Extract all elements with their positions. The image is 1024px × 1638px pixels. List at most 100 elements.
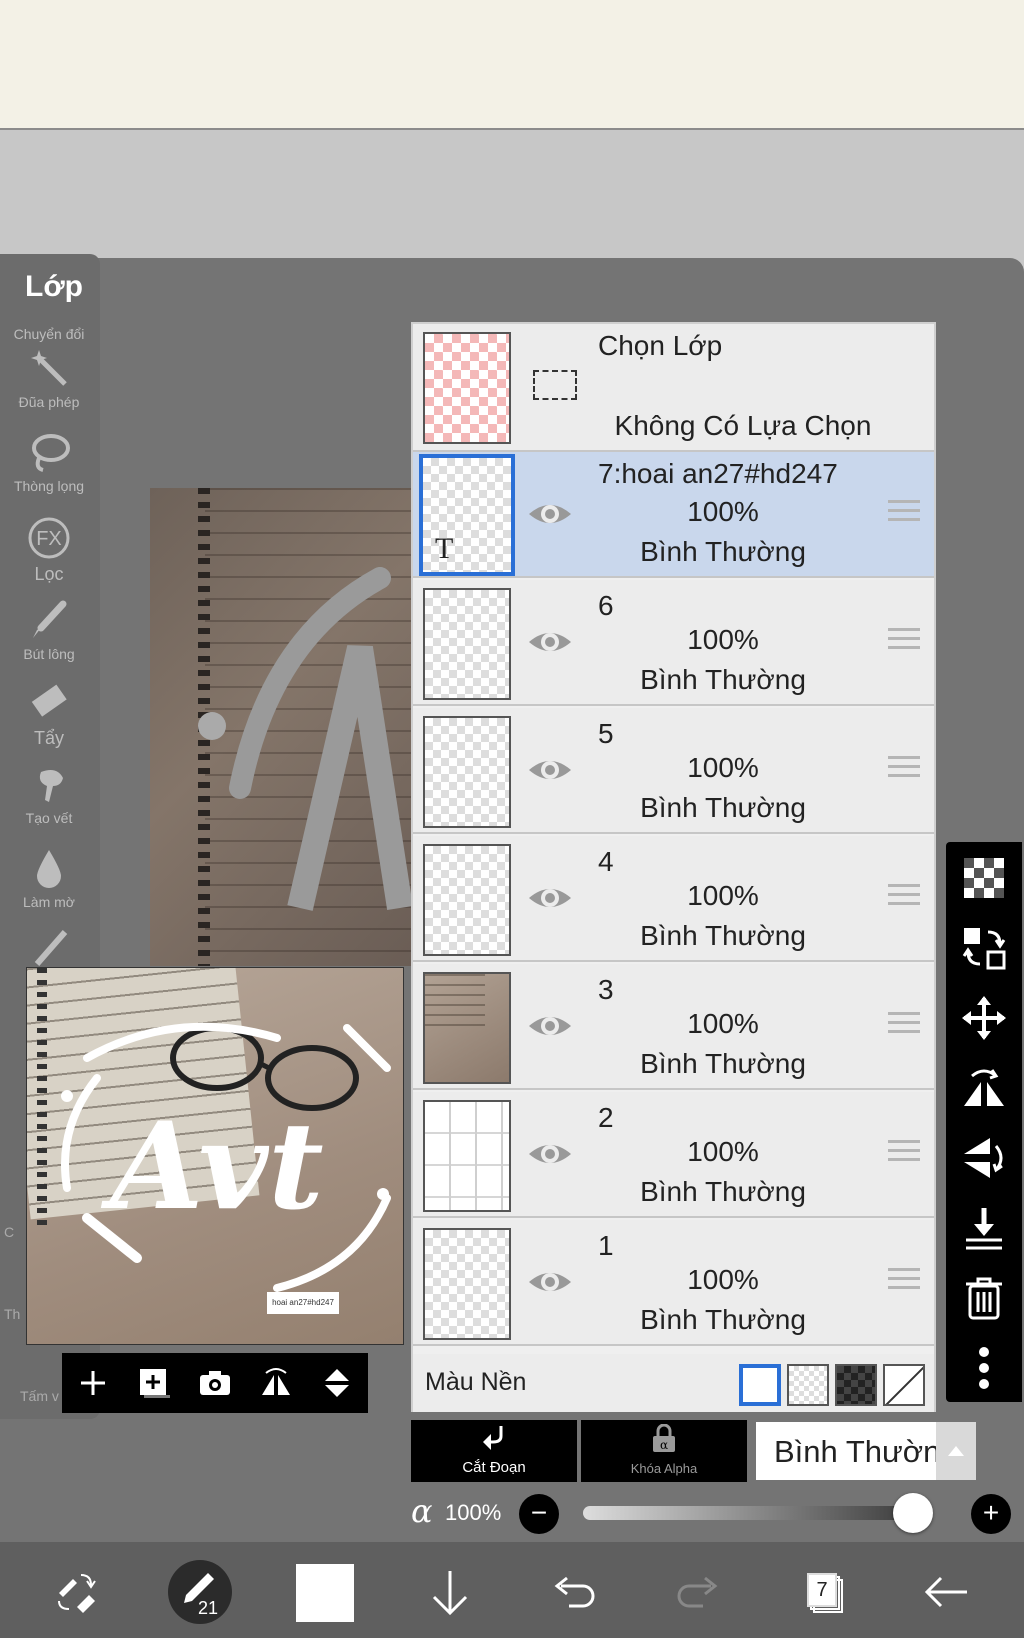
lock-alpha-icon: α [653,1423,675,1452]
layers-button[interactable]: 7 [790,1560,854,1624]
opacity-slider[interactable] [583,1493,933,1533]
layer-row-2[interactable]: 2 100% Bình Thường [413,1092,934,1218]
delete-layer-button[interactable] [960,1274,1008,1322]
lasso-icon [27,430,71,474]
alpha-symbol: α [411,1492,433,1530]
canvas-preview[interactable]: Avt hoai an27#hd247 [26,967,404,1345]
tool-partial[interactable] [8,924,90,968]
layer-opacity: 100% [687,1136,759,1167]
flip-vertical-button[interactable] [960,1134,1008,1182]
tool-transform[interactable]: Chuyển đổi [8,326,90,342]
drag-handle-icon[interactable] [888,500,920,528]
background-none-swatch[interactable] [883,1364,925,1406]
opacity-slider-knob[interactable] [893,1493,933,1533]
layer-opacity: 100% [687,1008,759,1039]
blend-mode-select[interactable]: Bình Thường [756,1422,976,1480]
opacity-row: α 100% − + [411,1488,1023,1540]
more-options-button[interactable] [960,1344,1008,1392]
tool-label: Làm mờ [23,894,75,910]
layer-row-7[interactable]: T 7:hoai an27#hd247 100% Bình Thường [413,452,934,578]
move-button[interactable] [960,994,1008,1042]
flip-vertical-icon [325,1369,350,1397]
layer-name: 7:hoai an27#hd247 [598,458,838,489]
arrow-left-icon [924,1576,967,1608]
canvas-lettering [198,567,412,911]
back-button[interactable] [914,1560,978,1624]
layer-blend-mode: Bình Thường [640,664,806,695]
tool-smudge[interactable]: Tạo vết [8,762,90,826]
color-swatch-button[interactable] [296,1564,354,1622]
tool-eraser[interactable]: Tẩy [8,680,90,749]
merge-down-button[interactable] [960,1204,1008,1252]
flip-horizontal-button[interactable] [254,1361,298,1405]
brush-size-value: 21 [198,1598,219,1618]
layer-row-3[interactable]: 3 100% Bình Thường [413,964,934,1090]
drag-handle-icon[interactable] [888,1140,920,1168]
quick-tool-button[interactable] [44,1560,108,1624]
layer-opacity: 100% [687,880,759,911]
selection-layer-row[interactable]: Chọn Lớp Không Có Lựa Chọn [413,324,934,452]
layer-count: 7 [807,1573,837,1607]
tool-blur[interactable]: Làm mờ [8,846,90,910]
flip-horizontal-button[interactable] [960,1064,1008,1112]
drag-handle-icon[interactable] [888,628,920,656]
swap-layer-button[interactable] [960,924,1008,972]
layer-blend-mode: Bình Thường [640,1048,806,1079]
sidebar-title[interactable]: Lớp [18,270,90,304]
undo-button[interactable] [542,1560,606,1624]
tool-brush[interactable]: Bút lông [8,598,90,662]
drag-handle-icon[interactable] [888,1268,920,1296]
arrow-down-icon [432,1571,468,1616]
preview-art-text: Avt [100,1096,323,1237]
camera-button[interactable] [193,1361,237,1405]
move-down-button[interactable] [418,1560,482,1624]
canvas-image[interactable] [150,488,412,966]
add-layer-button[interactable] [71,1361,115,1405]
selection-marquee-icon [533,370,577,400]
selection-status: Không Có Lựa Chọn [614,410,872,441]
redo-icon [677,1576,718,1608]
layer-row-5[interactable]: 5 100% Bình Thường [413,708,934,834]
tool-label: Lọc [34,564,64,584]
drag-handle-icon[interactable] [888,1012,920,1040]
layer-thumbnail: T [419,454,515,576]
selection-title: Chọn Lớp [598,330,723,361]
opacity-increase-button[interactable]: + [971,1494,1011,1534]
alpha-lock-button[interactable]: α Khóa Alpha [581,1420,747,1482]
top-bar [0,0,1024,130]
background-transparent-swatch[interactable] [787,1364,829,1406]
opacity-decrease-button[interactable]: − [519,1494,559,1534]
add-layer-copy-button[interactable] [132,1361,176,1405]
background-white-swatch[interactable] [739,1364,781,1406]
redo-button[interactable] [666,1560,730,1624]
tool-lasso[interactable]: Thòng lọng [8,430,90,494]
swap-icon [962,928,1006,970]
plus-icon [80,1371,105,1395]
layer-row-6[interactable]: 6 100% Bình Thường [413,580,934,706]
layer-blend-mode: Bình Thường [640,792,806,823]
layer-row-1[interactable]: 1 100% Bình Thường [413,1220,934,1346]
clipping-button[interactable]: Cắt Đoạn [411,1420,577,1482]
layer-name: 4 [598,846,614,877]
preview-toolbar [62,1353,368,1413]
transparency-button[interactable] [960,854,1008,902]
tool-label: Tạo vết [25,810,73,826]
add-box-icon [139,1369,170,1398]
layer-name: 5 [598,718,614,749]
background-color-label: Màu Nền [425,1368,527,1396]
flip-vertical-button[interactable] [315,1361,359,1405]
wand-sparkle-icon [27,924,71,968]
drag-handle-icon[interactable] [888,756,920,784]
layer-row-4[interactable]: 4 100% Bình Thường [413,836,934,962]
svg-text:FX: FX [36,528,62,550]
tool-filter[interactable]: FX Lọc [8,516,90,585]
layer-name: 2 [598,1102,614,1133]
drag-handle-icon[interactable] [888,884,920,912]
brush-size-button[interactable]: 21 [168,1560,232,1624]
tool-magic-wand[interactable]: Đũa phép [8,346,90,410]
clip-arrow-icon [483,1426,503,1450]
background-dark-checker-swatch[interactable] [835,1364,877,1406]
layer-blend-mode: Bình Thường [640,536,806,567]
text-layer-icon: T [435,532,454,565]
camera-icon [199,1371,230,1395]
